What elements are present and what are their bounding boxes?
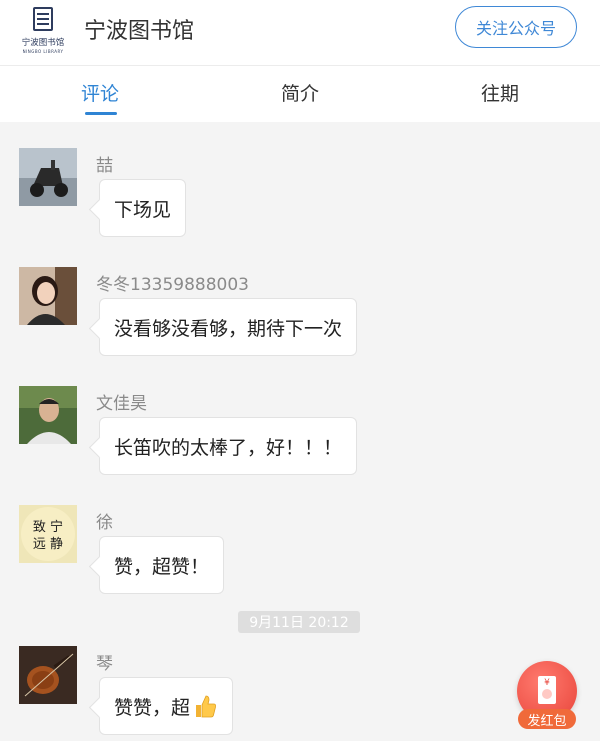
account-title: 宁波图书馆 (84, 19, 195, 44)
comment-text: 下场见 (99, 179, 187, 237)
commenter-name: 琴 (96, 654, 113, 674)
commenter-name: 喆 (96, 156, 113, 176)
follow-account-button[interactable]: 关注公众号 (455, 6, 577, 48)
active-tab-indicator (85, 112, 117, 115)
header-bar: 宁波图书馆 NINGBO LIBRARY 宁波图书馆 关注公众号 (0, 0, 600, 66)
tab-previous[interactable]: 往期 (481, 79, 519, 106)
logo-subtext: NINGBO LIBRARY (22, 49, 64, 54)
svg-text:远 静: 远 静 (33, 537, 63, 552)
red-packet-button[interactable]: 发红包 (512, 656, 582, 734)
tab-bar: 评论 简介 往期 (0, 66, 600, 122)
comment-text-content: 赞赞，超 (114, 696, 191, 719)
comment-text: 没看够没看够，期待下一次 (99, 298, 358, 356)
comment-text-content: 没看够没看够，期待下一次 (114, 317, 343, 340)
comment-text-content: 赞，超赞！ (114, 555, 210, 578)
tab-intro[interactable]: 简介 (281, 79, 319, 106)
message-timestamp: 9月11日 20:12 (238, 611, 360, 633)
library-logo[interactable]: 宁波图书馆 NINGBO LIBRARY (18, 5, 68, 61)
library-logo-icon (33, 7, 53, 31)
avatar[interactable] (19, 267, 77, 325)
red-packet-label: 发红包 (518, 709, 576, 729)
commenter-name: 文佳昊 (96, 394, 147, 414)
avatar[interactable] (19, 148, 77, 206)
commenter-name: 冬冬13359888003 (96, 275, 249, 295)
comment-text-content: 下场见 (114, 198, 172, 221)
tab-comments[interactable]: 评论 (81, 79, 119, 106)
comment-text: 赞赞，超 (99, 677, 234, 735)
comment-text-content: 长笛吹的太棒了，好！！！ (114, 436, 343, 459)
thumbs-up-icon (192, 693, 218, 719)
comment-text: 长笛吹的太棒了，好！！！ (99, 417, 358, 475)
avatar[interactable] (19, 646, 77, 704)
commenter-name: 徐 (96, 513, 113, 533)
logo-text: 宁波图书馆 (21, 38, 65, 48)
avatar[interactable]: 致 宁 远 静 (19, 505, 77, 563)
avatar[interactable] (19, 386, 77, 444)
svg-text:致 宁: 致 宁 (33, 519, 63, 535)
comment-text: 赞，超赞！ (99, 536, 225, 594)
